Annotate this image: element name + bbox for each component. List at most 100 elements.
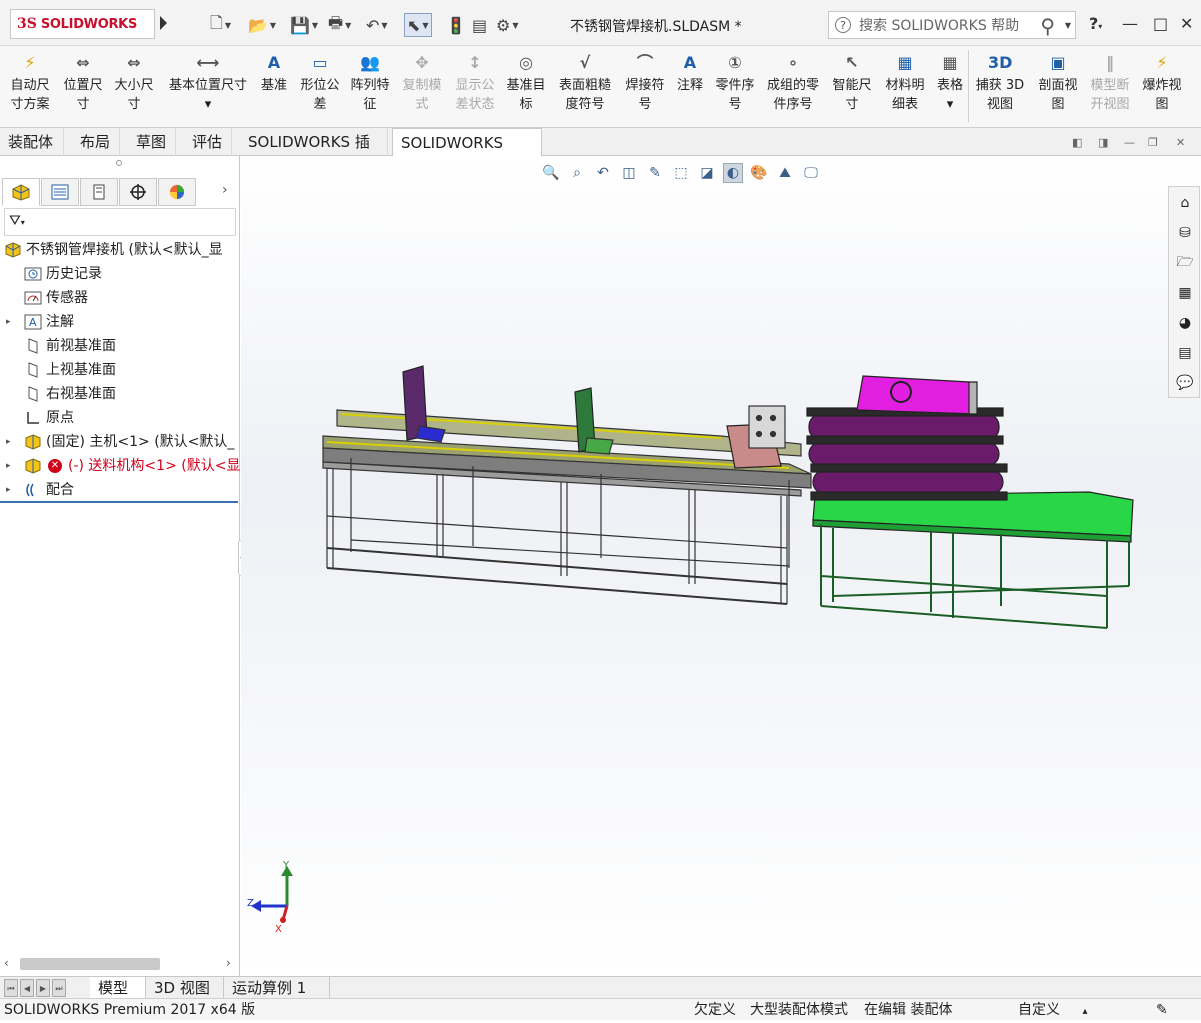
tree-item[interactable]: ▸ ✕ (-) 送料机构<1> (默认<显 — [0, 454, 240, 478]
capture-3d-view-button[interactable]: 3D 捕获 3D 视图 — [972, 52, 1028, 114]
dropdown-icon[interactable]: ▼ — [312, 21, 318, 30]
prev-tab-icon[interactable]: ◀ — [20, 979, 34, 997]
geometric-tolerance-button[interactable]: ▭ 形位公差 — [294, 52, 346, 114]
view-palette-icon[interactable]: ▦ — [1173, 281, 1197, 305]
tab-1[interactable]: 布局 — [72, 128, 120, 156]
tab-4[interactable]: SOLIDWORKS 插件 — [240, 128, 388, 179]
open-icon[interactable]: 📂 ▼ — [248, 13, 276, 37]
solidworks-resources-icon[interactable]: ⌂ — [1173, 191, 1197, 215]
last-tab-icon[interactable]: ⏭ — [52, 979, 66, 997]
next-tab-icon[interactable]: ▶ — [36, 979, 50, 997]
pattern-feature-button[interactable]: 👥 阵列特征 — [346, 52, 394, 114]
balloon-button[interactable]: ① 零件序号 — [710, 52, 760, 114]
close-button[interactable]: ✕ — [1180, 14, 1193, 33]
tree-item[interactable]: ▸ A 注解 — [0, 310, 240, 334]
dropdown-icon[interactable]: ▼ — [512, 21, 518, 30]
dropdown-icon[interactable]: ▼ — [225, 21, 231, 30]
table-button[interactable]: ▦ 表格 ▾ — [932, 52, 968, 114]
property-manager-tab-icon[interactable] — [41, 178, 79, 206]
tree-item[interactable]: 传感器 — [0, 286, 240, 310]
dropdown-icon[interactable]: ▼ — [345, 21, 351, 30]
assembly-model-drawing[interactable] — [241, 156, 1201, 976]
tab-5[interactable]: SOLIDWORKS MBD — [392, 128, 542, 180]
tab-2[interactable]: 草图 — [128, 128, 176, 156]
panel-grip-icon[interactable] — [116, 160, 122, 166]
select-cursor-icon[interactable]: ⬉ ▼ — [404, 13, 432, 37]
location-dimension-button[interactable]: ⇔ 位置尺寸 — [58, 52, 108, 114]
tree-item[interactable]: 原点 — [0, 406, 240, 430]
tile-right-icon[interactable]: ◨ — [1098, 136, 1108, 149]
dropdown-icon[interactable]: ▼ — [422, 21, 428, 30]
rebuild-status-icon[interactable]: ✎ — [1156, 999, 1168, 1021]
help-search-input[interactable]: ? 搜索 SOLIDWORKS 帮助 ⚲ ▼ — [828, 11, 1076, 39]
scroll-left-icon[interactable]: ‹ — [4, 956, 9, 970]
surface-finish-button[interactable]: √ 表面粗糙 度符号 — [554, 52, 616, 114]
tree-horizontal-scrollbar[interactable]: ‹ › — [0, 954, 238, 974]
bottom-tab-0[interactable]: 模型 — [90, 977, 146, 999]
tree-item[interactable]: ▸ (固定) 主机<1> (默认<默认_ — [0, 430, 240, 454]
feature-manager-tab-icon[interactable] — [2, 178, 40, 206]
datum-button[interactable]: A 基准 — [256, 52, 292, 95]
tree-item[interactable]: 不锈钢管焊接机 (默认<默认_显 — [0, 238, 240, 262]
configuration-manager-tab-icon[interactable] — [80, 178, 118, 206]
menu-expand-arrow-icon[interactable] — [160, 16, 167, 30]
datum-target-button[interactable]: ◎ 基准目标 — [502, 52, 550, 114]
tree-item[interactable]: 历史记录 — [0, 262, 240, 286]
note-button[interactable]: A 注释 — [672, 52, 708, 95]
rebuild-icon[interactable]: 🚦 — [446, 13, 466, 37]
expand-arrow-icon[interactable]: ▸ — [6, 478, 11, 502]
undo-icon[interactable]: ↶ ▼ — [366, 13, 388, 37]
graphics-area[interactable]: 🔍 ⌕ ↶ ◫ ✎ ⬚ ◪ ◐ 🎨 ⛰ 🖵 Y Z X — [241, 156, 1201, 976]
appearances-scenes-icon[interactable]: ◕ — [1173, 311, 1197, 335]
print-icon[interactable]: 🖶 ▼ — [328, 13, 351, 37]
stacked-balloon-button[interactable]: ∘ 成组的零 件序号 — [762, 52, 824, 114]
maximize-button[interactable]: □ — [1153, 14, 1168, 33]
file-explorer-icon[interactable]: 🗁 — [1173, 251, 1197, 275]
tree-item[interactable]: 右视基准面 — [0, 382, 240, 406]
search-dropdown-icon[interactable]: ▼ — [1065, 21, 1071, 30]
new-document-icon[interactable]: 🗋 ▼ — [210, 13, 231, 37]
save-icon[interactable]: 💾 ▼ — [290, 13, 318, 37]
tab-0[interactable]: 装配体 — [0, 128, 64, 156]
manager-tabs-next-icon[interactable]: › — [222, 182, 228, 198]
tree-filter-input[interactable]: ⛛▾ — [4, 208, 236, 236]
search-icon[interactable]: ⚲ — [1040, 14, 1055, 38]
help-button[interactable]: ?▾ — [1089, 14, 1102, 33]
options-icon[interactable]: ⚙ ▼ — [496, 13, 519, 37]
basic-location-dimension-button[interactable]: ⟷ 基本位置尺寸 ▾ — [160, 52, 256, 114]
bill-of-materials-button[interactable]: ▦ 材料明 细表 — [880, 52, 930, 114]
section-view-button[interactable]: ▣ 剖面视图 — [1032, 52, 1084, 114]
dropdown-icon[interactable]: ▼ — [381, 21, 387, 30]
tile-left-icon[interactable]: ◧ — [1072, 136, 1082, 149]
first-tab-icon[interactable]: ⏮ — [4, 979, 18, 997]
tab-3[interactable]: 评估 — [184, 128, 232, 156]
bottom-tab-1[interactable]: 3D 视图 — [146, 977, 224, 999]
scroll-thumb[interactable] — [20, 958, 160, 970]
display-manager-tab-icon[interactable] — [158, 178, 196, 206]
doc-restore-icon[interactable]: ❐ — [1148, 136, 1158, 149]
minimize-button[interactable]: — — [1122, 14, 1138, 33]
forum-icon[interactable]: 💬 — [1173, 371, 1197, 395]
design-library-icon[interactable]: ⛁ — [1173, 221, 1197, 245]
doc-close-icon[interactable]: ✕ — [1176, 136, 1185, 149]
scroll-right-icon[interactable]: › — [226, 956, 231, 970]
expand-arrow-icon[interactable]: ▸ — [6, 430, 11, 454]
smart-dimension-button[interactable]: ↖ 智能尺寸 — [828, 52, 876, 114]
auto-dimension-button[interactable]: ⚡ 自动尺 寸方案 — [4, 52, 56, 114]
solidworks-logo[interactable]: 3S SOLIDWORKS — [10, 9, 155, 39]
bottom-tab-2[interactable]: 运动算例 1 — [224, 977, 330, 999]
expand-arrow-icon[interactable]: ▸ — [6, 310, 11, 334]
filter-icon[interactable]: ⛛ — [9, 213, 21, 229]
tree-item[interactable]: ▸ 配合 — [0, 478, 240, 502]
exploded-view-button[interactable]: ⚡ 爆炸视图 — [1136, 52, 1188, 114]
weld-symbol-button[interactable]: ⌒ 焊接符号 — [620, 52, 670, 114]
tree-item[interactable]: 前视基准面 — [0, 334, 240, 358]
expand-arrow-icon[interactable]: ▸ — [6, 454, 11, 478]
tree-item[interactable]: 上视基准面 — [0, 358, 240, 382]
custom-units-button[interactable]: 自定义 ▴ — [1018, 999, 1087, 1023]
dropdown-icon[interactable]: ▼ — [270, 21, 276, 30]
dimxpert-manager-tab-icon[interactable] — [119, 178, 157, 206]
file-properties-icon[interactable]: ▤ — [472, 13, 487, 37]
size-dimension-button[interactable]: ⇔ 大小尺寸 — [110, 52, 158, 114]
doc-minimize-icon[interactable]: — — [1124, 136, 1135, 149]
